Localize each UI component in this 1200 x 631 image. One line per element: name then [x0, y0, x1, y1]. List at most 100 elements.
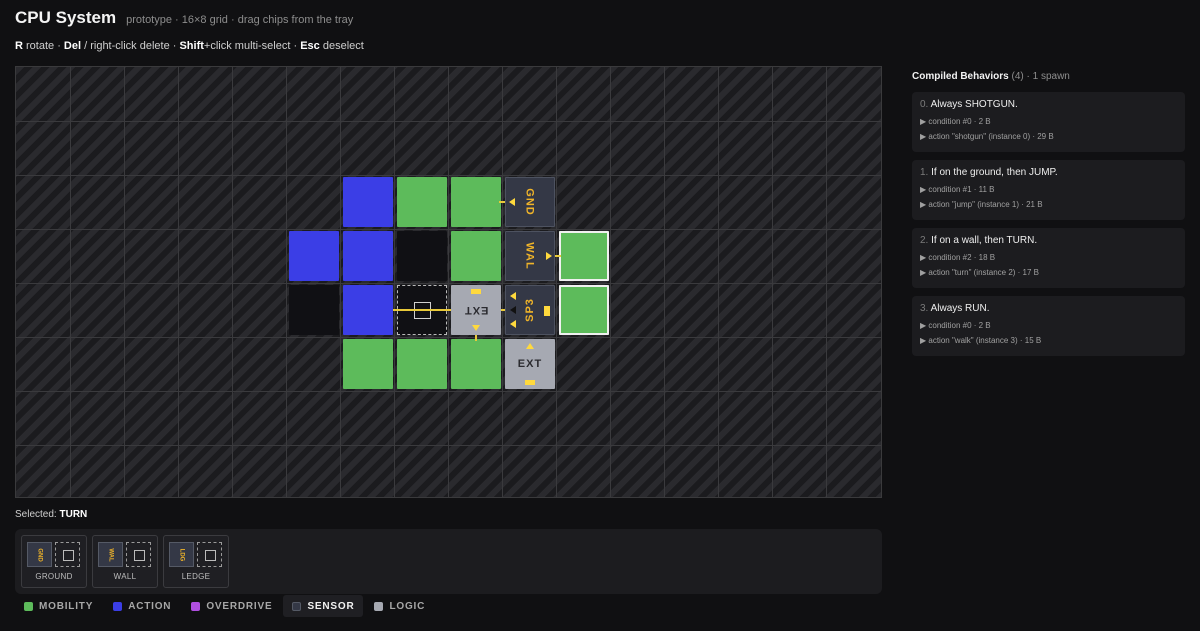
action-chip[interactable] [343, 231, 393, 281]
behavior-index: 3. [920, 303, 929, 314]
help-text-deselect: deselect [319, 40, 364, 52]
swatch-icon [292, 601, 302, 611]
tray-item-ground[interactable]: GND GROUND [21, 535, 87, 588]
grid-line [178, 67, 179, 497]
grid-line [448, 67, 449, 497]
chip-label: EXT [463, 304, 489, 316]
sensor-chip-wal[interactable]: WAL [505, 231, 555, 281]
swatch-icon [113, 601, 123, 611]
grid-line [16, 229, 881, 230]
grid-line [16, 445, 881, 446]
grid-line [718, 67, 719, 497]
tab-label: MOBILITY [39, 600, 94, 612]
wire [393, 309, 451, 311]
logic-chip-ext[interactable]: EXT [505, 339, 555, 389]
condition-row[interactable]: ▶ condition #0 · 2 B [920, 321, 1177, 330]
empty-slot[interactable] [289, 285, 339, 335]
mobility-chip[interactable] [397, 339, 447, 389]
category-tabs: MOBILITY ACTION OVERDRIVE SENSOR LOGIC [15, 595, 434, 617]
empty-slot[interactable] [397, 231, 447, 281]
tab-action[interactable]: ACTION [104, 595, 180, 617]
tab-logic[interactable]: LOGIC [365, 595, 434, 617]
tray-item-wall[interactable]: WAL WALL [92, 535, 158, 588]
action-chip[interactable] [289, 231, 339, 281]
behavior-title: 0. Always SHOTGUN. [920, 99, 1177, 110]
help-key-delete: Del [63, 40, 82, 52]
output-pad [525, 380, 535, 385]
input-port-icon [526, 343, 534, 349]
behavior-index: 1. [920, 167, 929, 178]
help-text-multiselect: +click multi-select · [203, 40, 301, 52]
mobility-chip-selected[interactable] [559, 231, 609, 281]
placeholder-square-icon [126, 542, 151, 567]
tray-item-ledge[interactable]: LDG LEDGE [163, 535, 229, 588]
grid-line [16, 283, 881, 284]
action-row[interactable]: ▶ action "shotgun" (instance 0) · 29 B [920, 132, 1177, 141]
tray-item-label: WALL [113, 572, 137, 581]
chip-label: WAL [523, 242, 536, 270]
tray-item-label: GROUND [35, 572, 73, 581]
grid-line [16, 337, 881, 338]
help-text-delete: / right-click delete · [81, 40, 180, 52]
action-row[interactable]: ▶ action "jump" (instance 1) · 21 B [920, 200, 1177, 209]
wire [555, 255, 561, 257]
behavior-index: 0. [920, 99, 929, 110]
sensor-chip-icon: WAL [98, 542, 123, 567]
tab-label: SENSOR [307, 600, 355, 612]
mobility-chip[interactable] [397, 177, 447, 227]
grid-line [232, 67, 233, 497]
header: CPU System prototype · 16×8 grid · drag … [15, 8, 353, 28]
cpu-grid-board[interactable]: GND WAL SP3 EXT EXT [15, 66, 882, 498]
tab-label: LOGIC [389, 600, 426, 612]
input-port-icon [510, 292, 516, 300]
behavior-card: 3. Always RUN. ▶ condition #0 · 2 B ▶ ac… [912, 296, 1185, 356]
app-subtitle: prototype · 16×8 grid · drag chips from … [126, 14, 354, 26]
grid-line [124, 67, 125, 497]
swatch-icon [24, 601, 33, 611]
compiled-behaviors-header: Compiled Behaviors (4) · 1 spawn [912, 71, 1070, 82]
grid-line [16, 121, 881, 122]
condition-row[interactable]: ▶ condition #1 · 11 B [920, 185, 1177, 194]
grid-line [556, 67, 557, 497]
input-port-icon [509, 198, 515, 206]
grid-line [826, 67, 827, 497]
chip-tray: GND GROUND WAL WALL LDG LEDGE [15, 529, 882, 594]
selection-label: Selected: [15, 509, 60, 520]
tab-mobility[interactable]: MOBILITY [15, 595, 102, 617]
action-chip[interactable] [343, 285, 393, 335]
mobility-chip-selected[interactable] [559, 285, 609, 335]
tab-sensor[interactable]: SENSOR [283, 595, 364, 617]
action-row[interactable]: ▶ action "walk" (instance 3) · 15 B [920, 336, 1177, 345]
mobility-chip[interactable] [451, 231, 501, 281]
condition-row[interactable]: ▶ condition #0 · 2 B [920, 117, 1177, 126]
input-port-icon [510, 320, 516, 328]
behavior-title: 2. If on a wall, then TURN. [920, 235, 1177, 246]
mobility-chip[interactable] [451, 177, 501, 227]
swatch-icon [191, 601, 201, 611]
sensor-chip-gnd[interactable]: GND [505, 177, 555, 227]
mobility-chip[interactable] [451, 339, 501, 389]
action-row[interactable]: ▶ action "turn" (instance 2) · 17 B [920, 268, 1177, 277]
action-chip[interactable] [343, 177, 393, 227]
behavior-text: Always SHOTGUN. [930, 99, 1018, 110]
tab-overdrive[interactable]: OVERDRIVE [182, 595, 281, 617]
logic-chip-ext[interactable]: EXT [451, 285, 501, 335]
tray-chip-short: WAL [107, 547, 114, 562]
input-port-icon [472, 325, 480, 331]
condition-row[interactable]: ▶ condition #2 · 18 B [920, 253, 1177, 262]
behavior-index: 2. [920, 235, 929, 246]
grid-line [394, 67, 395, 497]
placeholder-square-icon [197, 542, 222, 567]
help-key-escape: Esc [300, 40, 320, 52]
behavior-card: 2. If on a wall, then TURN. ▶ condition … [912, 228, 1185, 288]
selection-status: Selected: TURN [15, 509, 87, 520]
grid-line [16, 391, 881, 392]
grid-line [772, 67, 773, 497]
mobility-chip[interactable] [343, 339, 393, 389]
tray-item-label: LEDGE [181, 572, 211, 581]
tab-label: OVERDRIVE [206, 600, 273, 612]
selection-value: TURN [59, 509, 88, 520]
app-title: CPU System [15, 8, 117, 27]
sensor-chip-sp3[interactable]: SP3 [505, 285, 555, 335]
help-key-rotate: R [15, 40, 23, 52]
